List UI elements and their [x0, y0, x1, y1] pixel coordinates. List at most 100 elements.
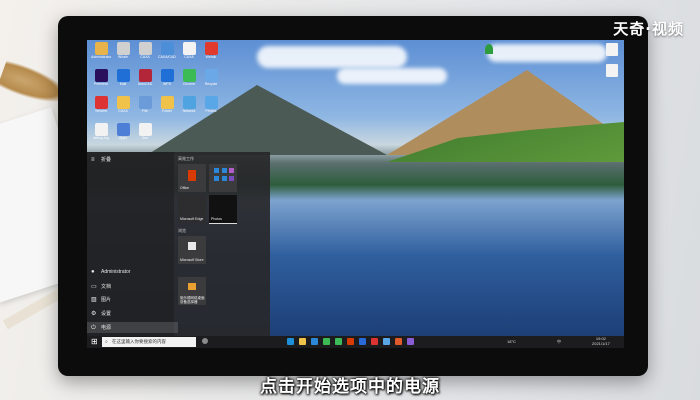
desktop-icon-label: Photos	[205, 109, 217, 113]
start-rail: ≡ 折叠 ● Administrator ▭ 文档 ▨ 图片 ⚙ 设置 ⏻ 电源	[87, 152, 178, 336]
desktop-icon[interactable]: Network	[179, 96, 199, 113]
taskbar: ⊞ ⌕ 在这里输入你要搜索的内容 18°C 中 19:02 2021/1/17	[87, 336, 624, 348]
desktop-icon[interactable]: Doc	[135, 123, 155, 140]
desktop-icon-label: Chrome	[182, 82, 196, 86]
document-icon: ▭	[91, 283, 97, 290]
chrome-icon	[182, 69, 196, 82]
tree-app-icon[interactable]	[485, 44, 493, 54]
start-item-label: 电源	[101, 325, 112, 331]
app-taskbar-icon[interactable]	[407, 338, 414, 345]
tile-label: Microsoft Edge	[180, 217, 204, 221]
desktop-icon-label: Doc	[141, 136, 149, 140]
desktop-icon[interactable]: Whale	[113, 42, 133, 59]
word-taskbar-icon[interactable]	[359, 338, 366, 345]
gear-icon: ⚙	[91, 310, 97, 317]
tile-label: Microsoft Store	[180, 258, 204, 262]
app-icon	[214, 176, 219, 181]
premiere-icon	[94, 69, 108, 82]
weather-text[interactable]: 18°C	[507, 339, 516, 344]
tile-mini-apps[interactable]	[209, 164, 237, 192]
desktop-icon[interactable]: Folder	[157, 96, 177, 113]
store-taskbar-icon[interactable]	[311, 338, 318, 345]
cad-icon	[160, 42, 174, 55]
desktop-icon[interactable]: Photos	[201, 96, 221, 113]
tile-section-title: 高效工作	[178, 156, 194, 161]
office-icon	[188, 170, 196, 181]
tile-photos[interactable]: Photos	[209, 195, 237, 224]
desktop-icon[interactable]: CAXA/CAD	[157, 42, 177, 59]
desktop-icon[interactable]: Wetalk	[201, 42, 221, 59]
mail-icon	[116, 69, 130, 82]
start-item-label: 图片	[101, 297, 112, 303]
tile-device-picker[interactable]: 施乐德网络桌面设备选择器	[178, 277, 206, 305]
start-item-documents[interactable]: ▭ 文档	[91, 283, 112, 291]
app-taskbar-icon[interactable]	[383, 338, 390, 345]
desktop-icon[interactable]: Recycle	[201, 69, 221, 86]
app-icon	[214, 168, 219, 173]
desktop-file-icon[interactable]	[606, 64, 618, 77]
start-item-label: 设置	[101, 311, 112, 317]
desktop-icon[interactable]: CAXA	[113, 96, 133, 113]
start-item-settings[interactable]: ⚙ 设置	[91, 310, 112, 318]
task-view-icon[interactable]	[202, 338, 208, 344]
office-taskbar-icon[interactable]	[347, 338, 354, 345]
desktop-icon[interactable]: Mail	[113, 69, 133, 86]
wechat-taskbar-icon[interactable]	[335, 338, 342, 345]
qq-icon	[94, 96, 108, 109]
power-icon: ⏻	[91, 324, 96, 331]
start-item-label: 文档	[101, 284, 112, 290]
wps-taskbar-icon[interactable]	[371, 338, 378, 345]
caxa-icon	[138, 42, 152, 55]
tile-label: Photos	[211, 217, 222, 221]
desktop-icon[interactable]: debug.log	[91, 123, 111, 140]
desktop-icon-label: Tencent	[94, 109, 108, 113]
desktop-icon-label: Apps	[119, 136, 127, 140]
start-item-power[interactable]: ⏻ 电源	[87, 322, 178, 333]
tile-edge[interactable]: Microsoft Edge	[178, 195, 206, 223]
chrome-taskbar-icon[interactable]	[323, 338, 330, 345]
edge-taskbar-icon[interactable]	[287, 338, 294, 345]
search-placeholder: 在这里输入你要搜索的内容	[112, 339, 166, 344]
tile-office[interactable]: Office	[178, 164, 206, 192]
desktop-icon[interactable]: Chrome	[179, 69, 199, 86]
start-user[interactable]: ● Administrator	[91, 269, 130, 275]
watermark-logo: 天奇·视频	[613, 20, 684, 38]
tile-label: Office	[180, 186, 190, 190]
device-icon	[188, 283, 196, 290]
doc-icon	[182, 42, 196, 55]
desktop-icon[interactable]: AutoCAD	[135, 69, 155, 86]
desktop-icon[interactable]: Tencent	[91, 96, 111, 113]
app-taskbar-icon[interactable]	[395, 338, 402, 345]
desktop-file-icon[interactable]	[606, 43, 618, 56]
start-user-label: Administrator	[101, 269, 131, 275]
file-icon	[94, 123, 108, 136]
desktop-icon-label: CAXA	[184, 55, 194, 59]
desktop-icon[interactable]: Administrator	[91, 42, 111, 59]
store-icon	[188, 242, 196, 250]
start-item-pictures[interactable]: ▨ 图片	[91, 296, 112, 304]
clock[interactable]: 19:02 2021/1/17	[592, 336, 610, 346]
desktop-icon-label: Folder	[162, 109, 172, 113]
desktop-icon[interactable]: CAXA	[179, 42, 199, 59]
wetalk-icon	[204, 42, 218, 55]
video-subtitle: 点击开始选项中的电源	[260, 377, 440, 397]
desktop-icon[interactable]: CAXA	[135, 42, 155, 59]
search-box[interactable]: ⌕ 在这里输入你要搜索的内容	[102, 337, 196, 347]
desktop-icon[interactable]: WPS	[157, 69, 177, 86]
start-expand[interactable]: ≡ 折叠	[91, 156, 111, 164]
windows-start-icon[interactable]: ⊞	[91, 338, 98, 346]
user-folder-icon	[94, 42, 108, 55]
app-icon	[222, 168, 227, 173]
cloud	[487, 44, 607, 62]
app-icon	[229, 168, 234, 173]
desktop-icon[interactable]: Apps	[113, 123, 133, 140]
explorer-taskbar-icon[interactable]	[299, 338, 306, 345]
avatar-icon: ●	[91, 269, 95, 275]
desktop-icon-label: Network	[182, 109, 196, 113]
desktop-icon[interactable]: Premiere	[91, 69, 111, 86]
picture-icon: ▨	[91, 296, 97, 303]
tile-store[interactable]: Microsoft Store	[178, 236, 206, 264]
network-icon	[182, 96, 196, 109]
desktop-icon[interactable]: File	[135, 96, 155, 113]
ime-indicator[interactable]: 中	[557, 339, 561, 345]
